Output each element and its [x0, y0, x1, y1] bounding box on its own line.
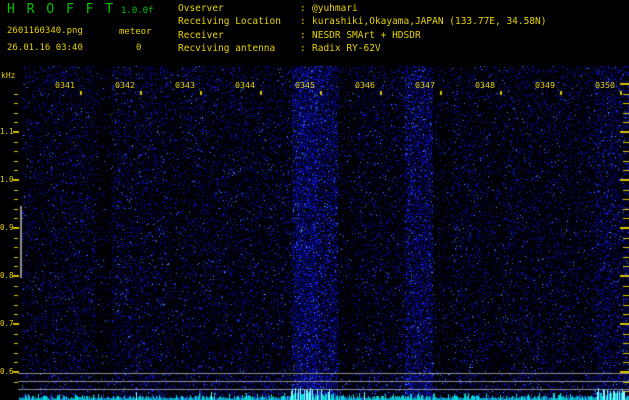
time-tick-label: 0347	[415, 80, 435, 90]
hrofft-screen: H R O F F T 1.0.0f 2601160340.png meteor…	[0, 0, 629, 400]
app-version: 1.0.0f	[121, 6, 154, 16]
info-label: Recviving antenna	[178, 43, 276, 55]
info-colon: :	[300, 3, 306, 14]
time-tick-label: 0344	[235, 80, 255, 90]
time-tick-label: 0346	[355, 80, 375, 90]
freq-tick-label: 0.7	[0, 319, 14, 328]
app-title: H R O F F T	[7, 2, 116, 17]
info-row: Recviving antenna: Radix RY-62V	[178, 42, 547, 55]
time-tick-label: 0345	[295, 80, 315, 90]
info-row: Receiver: NESDR SMArt + HDSDR	[178, 29, 547, 42]
freq-tick-label: 0.9	[0, 223, 14, 232]
timestamp: 26.01.16 03:40	[7, 43, 83, 53]
meteor-count-label: meteor	[119, 27, 152, 37]
info-value: Radix RY-62V	[312, 43, 381, 55]
freq-tick-label: 1.0	[0, 175, 14, 184]
info-colon: :	[300, 16, 306, 28]
info-colon: :	[300, 43, 306, 55]
info-label: Receiving Location	[178, 16, 281, 28]
info-value: @yuhmari	[312, 3, 358, 14]
freq-tick-label: 0.6	[0, 367, 14, 376]
time-tick-label: 0342	[115, 80, 135, 90]
time-tick-label: 0348	[475, 80, 495, 90]
output-filename: 2601160340.png	[7, 26, 83, 36]
info-value: kurashiki,Okayama,JAPAN (133.77E, 34.58N…	[312, 16, 547, 28]
info-label: Ovserver	[178, 3, 224, 14]
spectrogram-waterfall	[0, 0, 629, 400]
info-row: Ovserver: @yuhmari	[178, 2, 547, 15]
time-tick-label: 0349	[535, 80, 555, 90]
info-label: Receiver	[178, 29, 224, 41]
observation-info: Ovserver: @yuhmari Receiving Location: kura…	[178, 2, 547, 56]
time-tick-label: 0343	[175, 80, 195, 90]
info-value: NESDR SMArt + HDSDR	[312, 29, 421, 41]
meteor-count-value: 0	[136, 43, 142, 53]
info-colon: :	[300, 29, 306, 41]
freq-axis-unit: kHz	[1, 71, 16, 80]
freq-tick-label: 1.1	[0, 127, 14, 136]
freq-tick-label: 0.8	[0, 271, 14, 280]
time-tick-label: 0350	[595, 80, 615, 90]
info-row: Receiving Location: kurashiki,Okayama,JAP…	[178, 15, 547, 28]
time-tick-label: 0341	[55, 80, 75, 90]
